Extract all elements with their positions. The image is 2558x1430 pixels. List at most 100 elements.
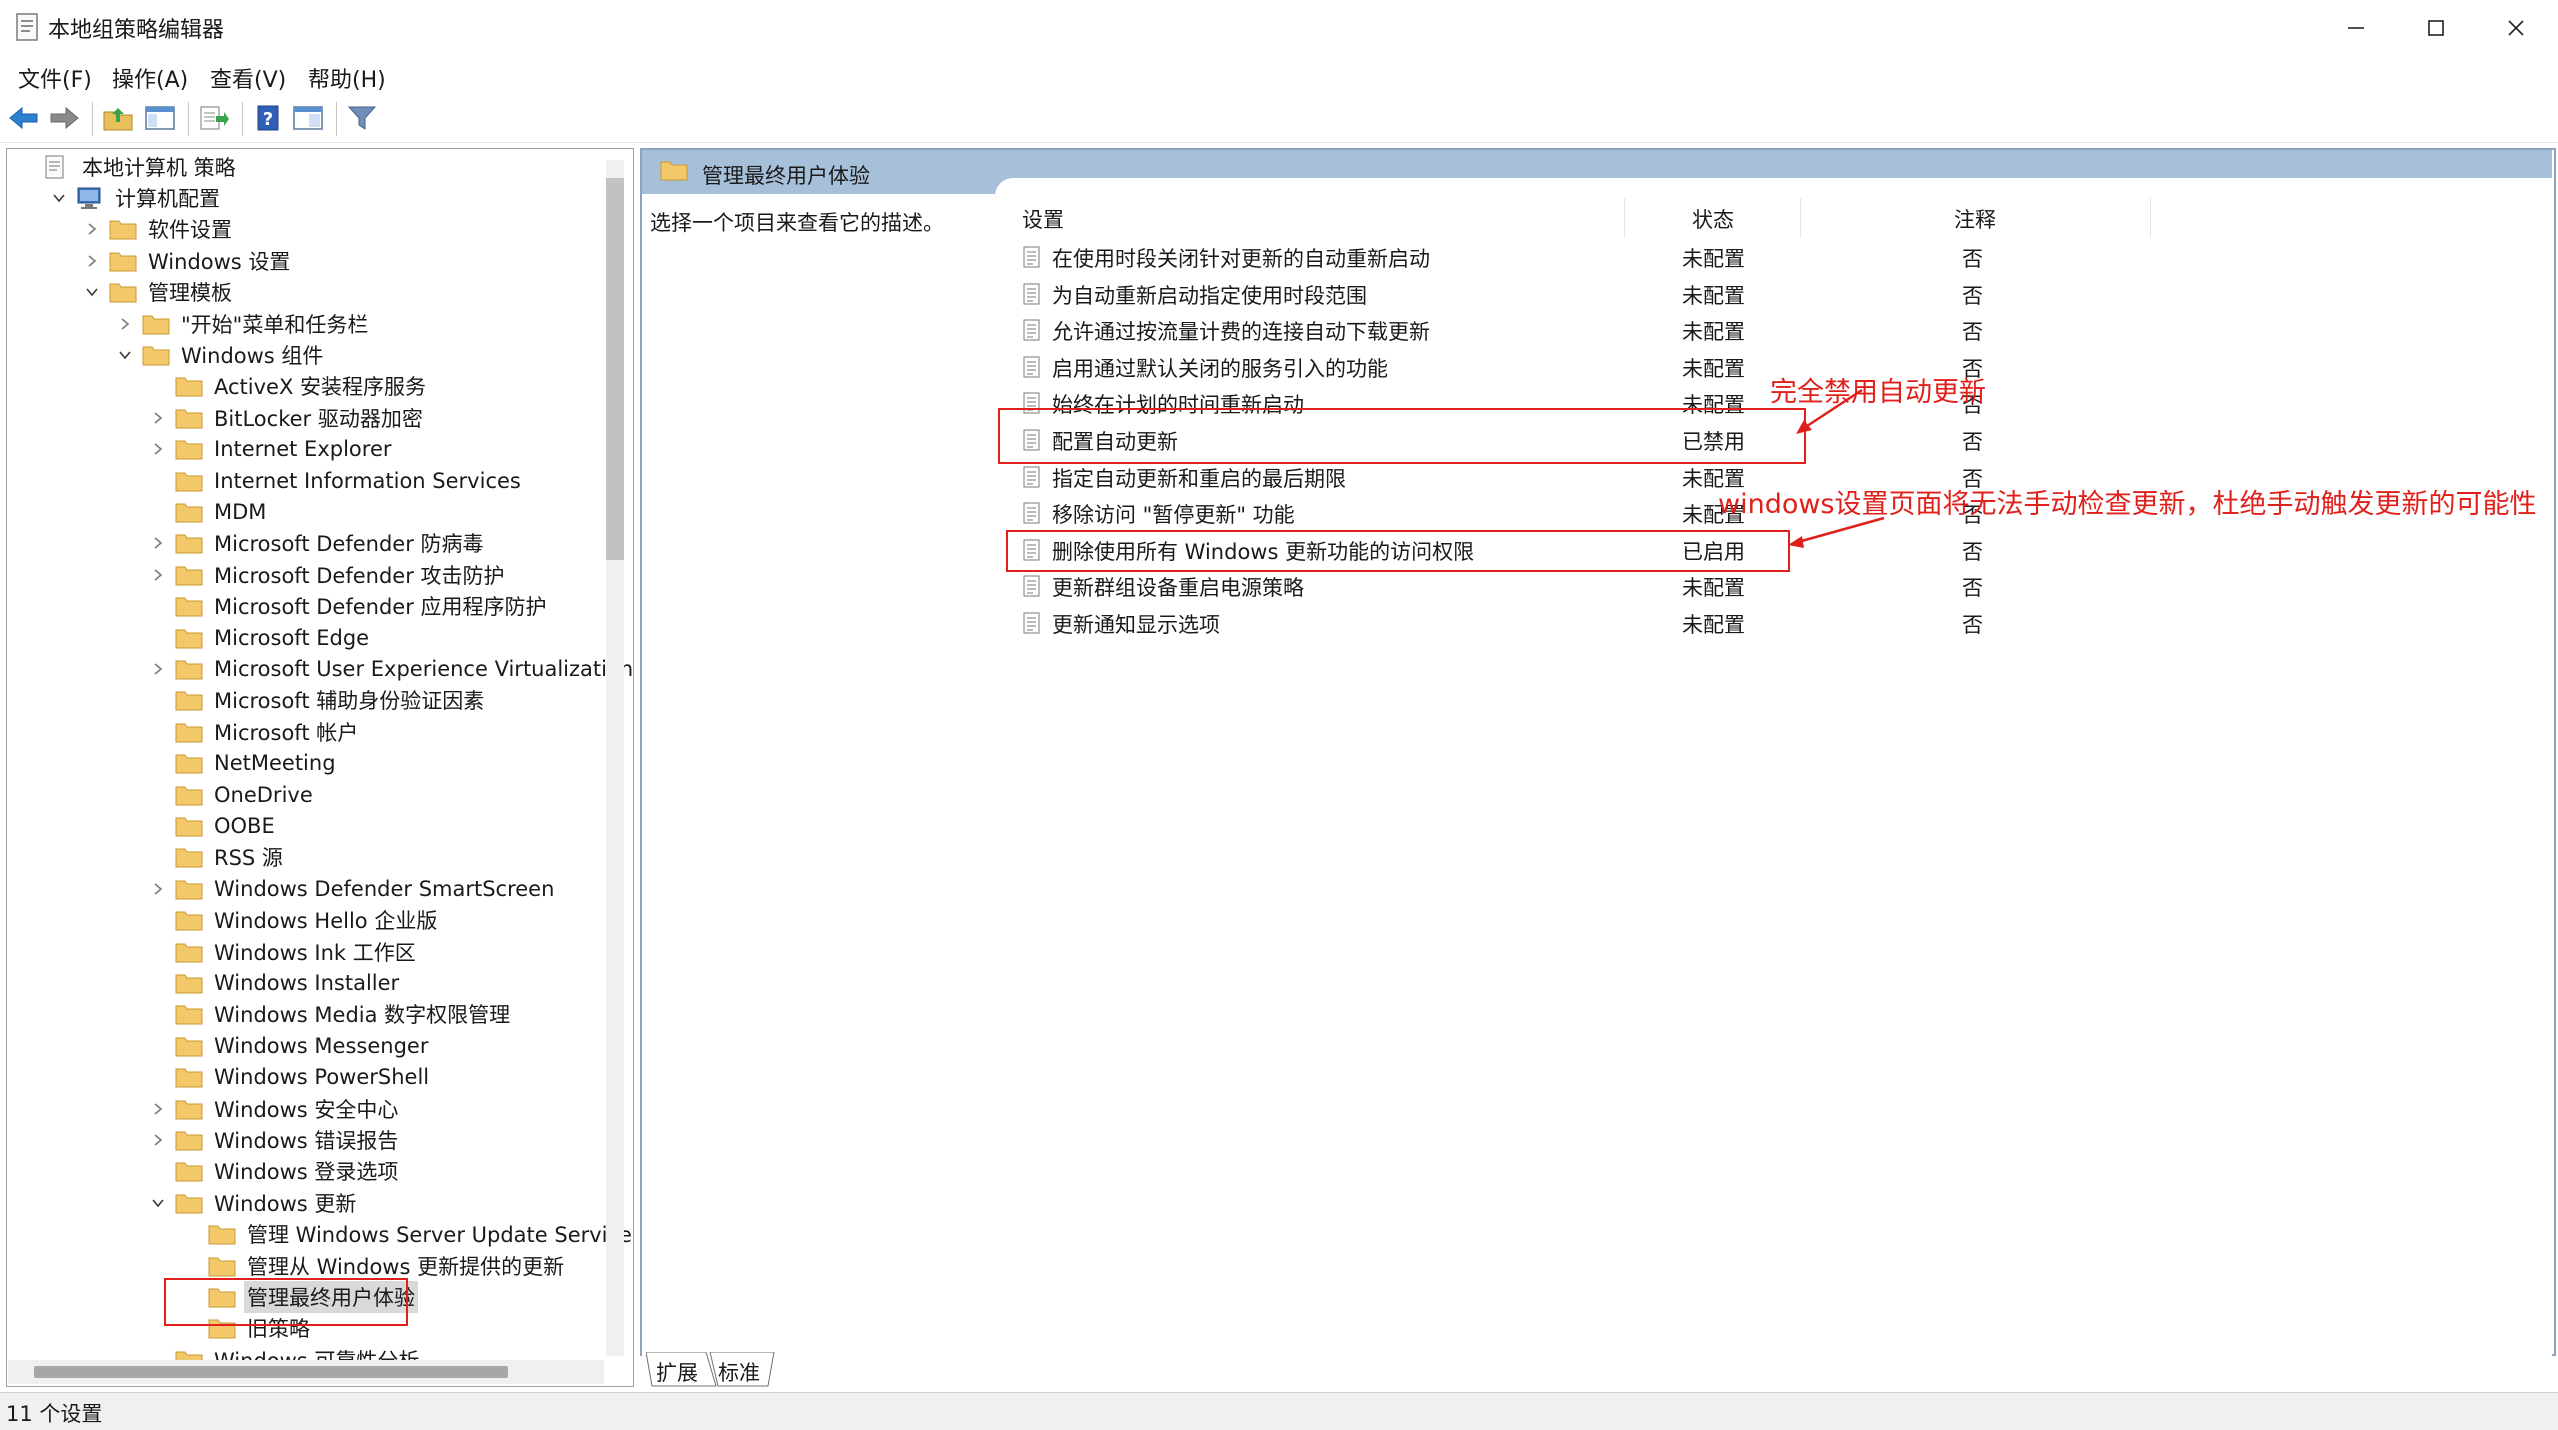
tree-node[interactable]: 管理 Windows Server Update Service 提供: [180, 1219, 633, 1250]
forward-button[interactable]: [46, 100, 82, 136]
tree-node-label: Windows PowerShell: [214, 1065, 430, 1090]
folder-icon: [175, 437, 203, 461]
chevron-right-icon[interactable]: [147, 878, 169, 900]
tab-extended[interactable]: 扩展: [656, 1357, 698, 1387]
tree-node[interactable]: 软件设置: [81, 214, 235, 245]
tree-node[interactable]: Microsoft Defender 攻击防护: [147, 559, 508, 590]
chevron-right-icon[interactable]: [114, 313, 136, 335]
tree-node[interactable]: BitLocker 驱动器加密: [147, 402, 426, 433]
setting-row[interactable]: 在使用时段关闭针对更新的自动重新启动 未配置 否: [1018, 238, 2118, 274]
chevron-right-icon[interactable]: [147, 532, 169, 554]
tree-node[interactable]: 本地计算机 策略: [15, 151, 239, 182]
tree-node[interactable]: Windows PowerShell: [147, 1062, 432, 1093]
tree-node[interactable]: Internet Explorer: [147, 434, 395, 465]
setting-row[interactable]: 为自动重新启动指定使用时段范围 未配置 否: [1018, 275, 2118, 311]
tree-node[interactable]: 计算机配置: [48, 182, 223, 213]
setting-row[interactable]: 更新群组设备重启电源策略 未配置 否: [1018, 567, 2118, 603]
setting-comment: 否: [1962, 576, 1983, 601]
tree-node[interactable]: OneDrive: [147, 779, 316, 810]
tree-node-label: Windows Media 数字权限管理: [214, 1003, 511, 1028]
chevron-right-icon[interactable]: [147, 658, 169, 680]
tree-node[interactable]: NetMeeting: [147, 748, 339, 779]
export-list-button[interactable]: [196, 100, 232, 136]
tree-node[interactable]: Windows 登录选项: [147, 1156, 401, 1187]
folder-icon: [208, 1222, 236, 1246]
menu-help[interactable]: 帮助(H): [308, 62, 386, 94]
folder-icon: [175, 814, 203, 838]
chevron-down-icon[interactable]: [81, 281, 103, 303]
tree-node[interactable]: Microsoft Defender 防病毒: [147, 528, 487, 559]
menu-action[interactable]: 操作(A): [112, 62, 188, 94]
column-header-state[interactable]: 状态: [1692, 204, 1734, 234]
tree-node[interactable]: 管理模板: [81, 277, 235, 308]
filter-button[interactable]: [344, 100, 380, 136]
tree-vertical-scroll-thumb[interactable]: [606, 178, 624, 560]
back-button[interactable]: [6, 100, 42, 136]
tree-node[interactable]: MDM: [147, 496, 269, 527]
chevron-right-icon[interactable]: [147, 407, 169, 429]
chevron-right-icon[interactable]: [147, 1129, 169, 1151]
column-divider[interactable]: [1800, 198, 1801, 238]
folder-icon: [175, 500, 203, 524]
tree-node[interactable]: Microsoft User Experience Virtualization: [147, 653, 633, 684]
setting-row[interactable]: 更新通知显示选项 未配置 否: [1018, 604, 2118, 640]
setting-state: 未配置: [1682, 613, 1745, 637]
tree-node-label: Windows 安全中心: [214, 1097, 399, 1122]
tree-node[interactable]: "开始"菜单和任务栏: [114, 308, 371, 339]
tree-node[interactable]: Microsoft 帐户: [147, 716, 361, 747]
setting-row[interactable]: 允许通过按流量计费的连接自动下载更新 未配置 否: [1018, 311, 2118, 347]
chevron-right-icon[interactable]: [147, 564, 169, 586]
column-header-comment[interactable]: 注释: [1954, 204, 1996, 234]
folder-icon: [175, 688, 203, 712]
tab-standard[interactable]: 标准: [718, 1357, 760, 1387]
chevron-right-icon[interactable]: [81, 218, 103, 240]
tree-node[interactable]: Windows Installer: [147, 967, 402, 998]
tree-node[interactable]: Windows Ink 工作区: [147, 936, 419, 967]
menu-view[interactable]: 查看(V): [210, 62, 286, 94]
tree-node-label: Windows 设置: [148, 249, 291, 274]
setting-name: 在使用时段关闭针对更新的自动重新启动: [1052, 247, 1430, 271]
tree-node[interactable]: Windows Defender SmartScreen: [147, 873, 557, 904]
tree-horizontal-scroll-thumb[interactable]: [34, 1366, 508, 1378]
tree-node[interactable]: ActiveX 安装程序服务: [147, 371, 429, 402]
tree-node[interactable]: OOBE: [147, 810, 278, 841]
tree-node[interactable]: Windows Hello 企业版: [147, 905, 440, 936]
tree-node[interactable]: Microsoft 辅助身份验证因素: [147, 685, 487, 716]
chevron-down-icon[interactable]: [114, 344, 136, 366]
menu-file[interactable]: 文件(F): [18, 62, 92, 94]
tree-node-label: Internet Explorer: [214, 437, 392, 462]
tree-node[interactable]: Windows 错误报告: [147, 1124, 401, 1155]
column-header-setting[interactable]: 设置: [1022, 204, 1064, 234]
tree-node[interactable]: Internet Information Services: [147, 465, 524, 496]
chevron-right-icon[interactable]: [81, 250, 103, 272]
tree-node[interactable]: Windows Media 数字权限管理: [147, 999, 513, 1030]
tree-node[interactable]: Windows Messenger: [147, 1030, 431, 1061]
chevron-down-icon[interactable]: [147, 1192, 169, 1214]
close-button[interactable]: [2476, 0, 2556, 56]
show-hide-tree-button[interactable]: [142, 100, 178, 136]
tree-node[interactable]: Microsoft Edge: [147, 622, 372, 653]
help-button[interactable]: ?: [250, 100, 286, 136]
setting-icon: [1023, 283, 1040, 305]
tree-node[interactable]: Windows 设置: [81, 245, 293, 276]
chevron-right-icon[interactable]: [147, 1098, 169, 1120]
chevron-right-icon[interactable]: [147, 438, 169, 460]
up-folder-icon: [103, 108, 133, 131]
tree-node[interactable]: Microsoft Defender 应用程序防护: [147, 591, 550, 622]
tree-node[interactable]: Windows 组件: [114, 339, 326, 370]
description-text: 选择一个项目来查看它的描述。: [650, 211, 944, 235]
maximize-button[interactable]: [2396, 0, 2476, 56]
tree-node[interactable]: RSS 源: [147, 842, 286, 873]
chevron-down-icon[interactable]: [48, 187, 70, 209]
properties-button[interactable]: [290, 100, 326, 136]
tree-node[interactable]: Windows 安全中心: [147, 1093, 401, 1124]
minimize-button[interactable]: [2316, 0, 2396, 56]
column-divider[interactable]: [2150, 198, 2151, 238]
column-divider[interactable]: [1624, 198, 1625, 238]
tree-node[interactable]: Windows 更新: [147, 1187, 359, 1218]
up-folder-button[interactable]: [100, 100, 136, 136]
tree-node[interactable]: 管理从 Windows 更新提供的更新: [180, 1250, 567, 1281]
